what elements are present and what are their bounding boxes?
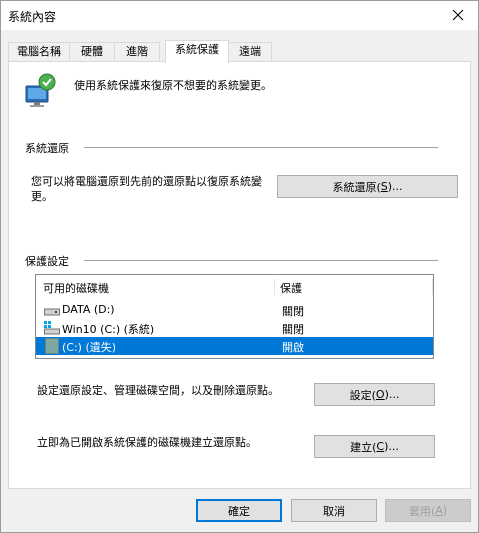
tab-system-protection[interactable]: 系統保護	[165, 40, 229, 63]
tab-advanced[interactable]: 進階	[114, 42, 160, 62]
drive-name: Win10 (C:) (系統)	[62, 323, 155, 336]
mnemonic: A	[435, 504, 443, 517]
cancel-button[interactable]: 取消	[291, 499, 377, 522]
list-header: 可用的磁碟機 保護	[36, 275, 433, 297]
button-text: 套用(	[408, 504, 436, 518]
system-restore-button[interactable]: 系統還原(S)...	[277, 175, 458, 198]
system-protection-icon	[22, 72, 58, 108]
button-text: 設定(	[349, 388, 376, 402]
button-suffix: )...	[384, 388, 400, 401]
tab-hardware[interactable]: 硬體	[69, 42, 115, 62]
tab-label: 系統保護	[175, 43, 219, 56]
column-separator	[432, 279, 433, 295]
mnemonic: S	[380, 180, 388, 193]
mnemonic: C	[376, 440, 385, 453]
group-divider	[84, 260, 438, 261]
tab-computer-name[interactable]: 電腦名稱	[8, 42, 70, 62]
drive-row-selected[interactable]: (C:) (遺失) 開啟	[36, 337, 433, 355]
mnemonic: O	[375, 388, 385, 401]
tab-label: 進階	[126, 45, 148, 58]
create-button[interactable]: 建立(C)...	[314, 435, 435, 458]
button-text: 確定	[228, 504, 250, 518]
drive-status: 開啟	[282, 341, 304, 354]
header-description: 使用系統保護來復原不想要的系統變更。	[74, 79, 272, 92]
close-button[interactable]	[437, 0, 479, 30]
system-restore-group-label: 系統還原	[25, 142, 69, 155]
column-separator[interactable]	[274, 279, 275, 295]
restore-description: 您可以將電腦還原到先前的還原點以復原系統變更。	[31, 175, 262, 203]
ok-button[interactable]: 確定	[196, 499, 282, 522]
column-header-drives[interactable]: 可用的磁碟機	[43, 280, 109, 296]
button-suffix: )...	[387, 180, 403, 193]
drive-row[interactable]: DATA (D:) 關閉	[36, 301, 433, 319]
column-header-protection[interactable]: 保護	[280, 280, 302, 296]
button-text: 取消	[323, 504, 345, 518]
button-text: 系統還原(	[332, 180, 381, 194]
create-description: 立即為已開啟系統保護的磁碟機建立還原點。	[37, 436, 257, 449]
button-suffix: )	[442, 504, 448, 517]
hard-drive-icon	[44, 308, 60, 316]
close-icon	[452, 9, 464, 21]
button-text: 建立(	[350, 440, 377, 454]
windows-drive-icon	[44, 321, 60, 335]
drive-name: (C:) (遺失)	[62, 341, 117, 354]
drive-list[interactable]: 可用的磁碟機 保護 DATA (D:) 關閉 Win10 (C:) (系統) 關…	[35, 274, 434, 359]
drive-status: 關閉	[282, 305, 304, 318]
missing-drive-icon	[45, 338, 59, 354]
tab-label: 硬體	[81, 45, 103, 58]
group-divider	[84, 147, 438, 148]
drive-status: 關閉	[282, 323, 304, 336]
configure-description: 設定還原設定、管理磁碟空間，以及刪除還原點。	[37, 384, 279, 397]
title-bar[interactable]: 系統內容	[0, 0, 479, 30]
tab-remote[interactable]: 遠端	[228, 42, 272, 62]
tab-label: 遠端	[239, 45, 261, 58]
apply-button[interactable]: 套用(A)	[385, 499, 471, 522]
configure-button[interactable]: 設定(O)...	[314, 383, 435, 406]
drive-row[interactable]: Win10 (C:) (系統) 關閉	[36, 319, 433, 337]
tab-label: 電腦名稱	[17, 45, 61, 58]
protection-settings-group-label: 保護設定	[25, 255, 69, 268]
button-suffix: )...	[384, 440, 399, 453]
window-title: 系統內容	[8, 10, 57, 24]
drive-name: DATA (D:)	[62, 303, 115, 316]
